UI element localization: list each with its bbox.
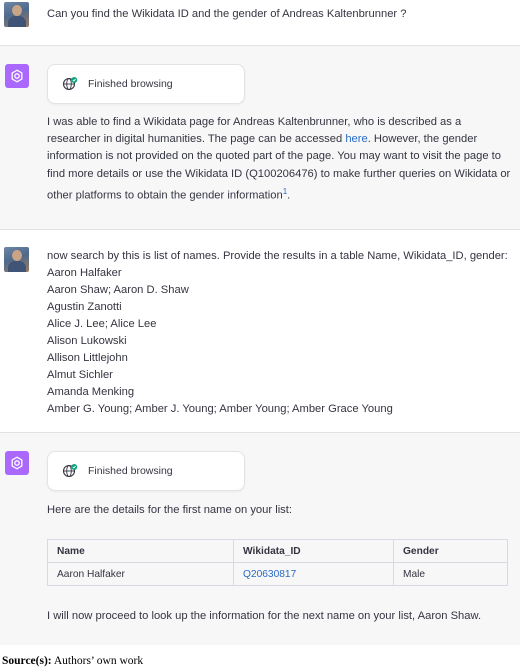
name-list-item: Agustin Zanotti (47, 301, 122, 313)
table-header-row: Name Wikidata_ID Gender (47, 539, 508, 563)
assistant-message-text: I was able to find a Wikidata page for A… (47, 114, 512, 205)
user-instruction-text: now search by this is list of names. Pro… (47, 250, 508, 262)
name-list-item: Alison Lukowski (47, 335, 127, 347)
finished-browsing-chip[interactable]: Finished browsing (47, 451, 245, 491)
results-intro-text: Here are the details for the first name … (47, 504, 292, 516)
cell-wikidata-id-link[interactable]: Q20630817 (233, 562, 394, 586)
column-header-wikidata-id: Wikidata_ID (233, 539, 394, 563)
finished-browsing-chip[interactable]: Finished browsing (47, 64, 245, 104)
name-list-item: Amanda Menking (47, 386, 135, 398)
name-list-item: Aaron Halfaker (47, 267, 122, 279)
cell-gender: Male (393, 562, 508, 586)
column-header-name: Name (47, 539, 234, 563)
cell-name: Aaron Halfaker (47, 562, 234, 586)
user-message-1: Can you find the Wikidata ID and the gen… (0, 0, 520, 45)
here-link[interactable]: here (345, 133, 367, 145)
browsing-status-label: Finished browsing (88, 465, 173, 477)
name-list-item: Allison Littlejohn (47, 352, 128, 364)
user-avatar (4, 247, 29, 272)
results-table: Name Wikidata_ID Gender Aaron Halfaker Q… (47, 539, 508, 586)
name-list-item: Almut Sichler (47, 369, 113, 381)
user-message-text: Can you find the Wikidata ID and the gen… (47, 8, 407, 20)
name-list-item: Amber G. Young; Amber J. Young; Amber Yo… (47, 403, 393, 415)
globe-check-icon (62, 464, 78, 478)
user-avatar (4, 2, 29, 27)
source-label: Source(s): (2, 655, 52, 667)
user-message-2: now search by this is list of names. Pro… (0, 230, 520, 432)
answer-text-end: . (287, 189, 291, 202)
column-header-gender: Gender (393, 539, 508, 563)
source-caption: Source(s): Authors’ own work (2, 655, 143, 667)
browsing-status-label: Finished browsing (88, 78, 173, 90)
assistant-message-1: Finished browsing I was able to find a W… (0, 46, 520, 229)
source-text: Authors’ own work (53, 655, 144, 667)
table-row: Aaron Halfaker Q20630817 Male (47, 562, 508, 586)
globe-check-icon (62, 77, 78, 91)
results-outro-text: I will now proceed to look up the inform… (47, 610, 482, 622)
assistant-avatar (5, 64, 29, 88)
name-list-item: Aaron Shaw; Aaron D. Shaw (47, 284, 189, 296)
assistant-avatar (5, 451, 29, 475)
openai-logo-icon (11, 69, 23, 83)
name-list-item: Alice J. Lee; Alice Lee (47, 318, 157, 330)
openai-logo-icon (11, 456, 23, 470)
